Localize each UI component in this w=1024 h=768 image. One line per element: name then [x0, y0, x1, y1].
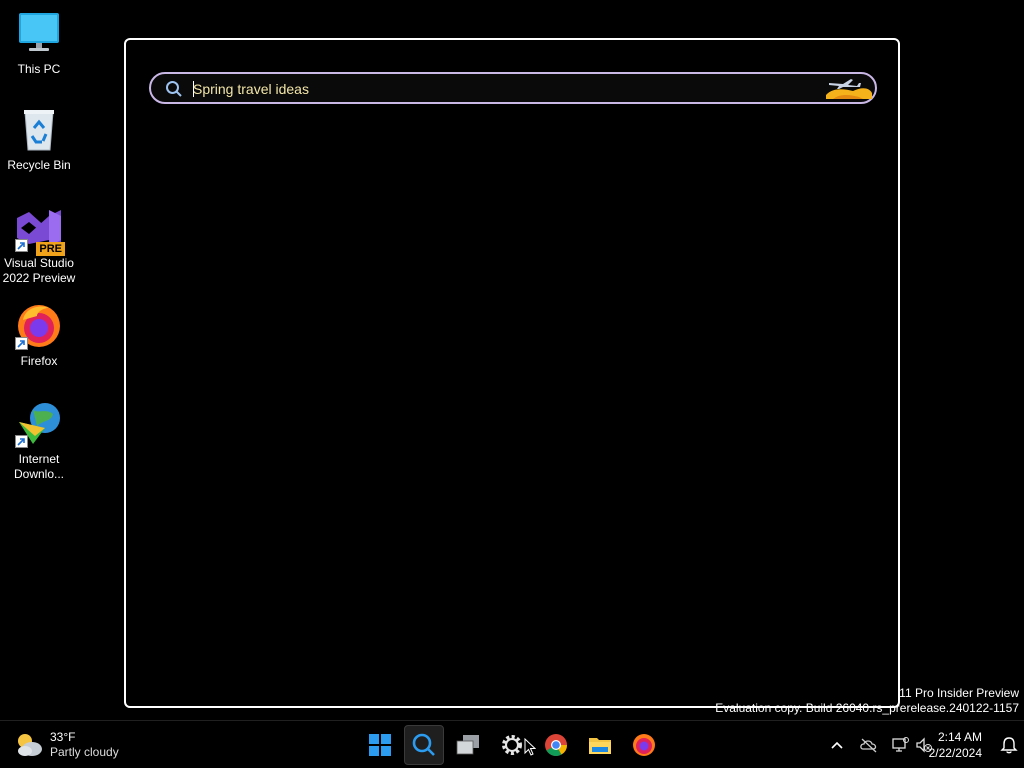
watermark-line-1: 11 Pro Insider Preview: [899, 686, 1019, 700]
visual-studio-icon: PRE: [15, 204, 65, 256]
desktop-icon-label: Internet Downlo...: [13, 452, 65, 481]
desktop-icon-label: Firefox: [20, 354, 58, 368]
os-watermark: 11 Pro Insider Preview Evaluation copy. …: [715, 686, 1019, 716]
search-icon: [166, 81, 182, 97]
internet-download-manager-icon: [15, 400, 63, 448]
network-icon[interactable]: [890, 735, 910, 755]
taskbar-clock[interactable]: 2:14 AM 2/22/2024: [929, 729, 982, 761]
weather-temp: 33°F: [50, 730, 76, 744]
taskbar-task-view-button[interactable]: [448, 725, 488, 765]
taskbar: 33°F Partly cloudy 2:14 AM 2/22/2024: [0, 720, 1024, 768]
weather-condition: Partly cloudy: [50, 745, 119, 759]
file-explorer-icon: [589, 738, 611, 754]
shortcut-arrow-icon: [15, 239, 28, 252]
desktop-icon-label: Visual Studio 2022 Preview: [2, 256, 76, 285]
weather-widget[interactable]: 33°F Partly cloudy: [14, 727, 119, 763]
partly-cloudy-icon: [18, 734, 42, 756]
recycle-bin-icon: [15, 106, 63, 154]
desktop-icon-firefox[interactable]: Firefox: [0, 302, 78, 369]
onedrive-icon[interactable]: [859, 735, 879, 755]
chrome-icon: [545, 734, 567, 756]
monitor-icon: [15, 10, 63, 58]
taskbar-start-button[interactable]: [360, 725, 400, 765]
search-icon: [412, 733, 435, 756]
search-window: [124, 38, 900, 708]
start-icon: [369, 734, 391, 756]
notification-bell-icon[interactable]: [999, 735, 1019, 755]
search-box[interactable]: [149, 72, 877, 104]
desktop-icon-internet-download-manager[interactable]: Internet Downlo...: [0, 400, 78, 482]
desktop-icon-label: Recycle Bin: [7, 158, 71, 172]
airplane-icon[interactable]: [823, 75, 873, 101]
preview-badge: PRE: [36, 242, 65, 256]
firefox-icon: [633, 734, 655, 756]
task-view-icon: [456, 735, 479, 755]
system-tray: 2:14 AM 2/22/2024: [794, 721, 1024, 768]
desktop-icon-recycle-bin[interactable]: Recycle Bin: [0, 106, 78, 173]
mouse-pointer-icon: [524, 738, 536, 756]
firefox-icon: [15, 302, 63, 350]
search-input[interactable]: [193, 78, 813, 100]
clock-time: 2:14 AM: [937, 730, 982, 744]
watermark-line-2: Evaluation copy. Build 26040.rs_prerelea…: [715, 701, 1019, 715]
taskbar-search-button[interactable]: [404, 725, 444, 765]
settings-icon: [502, 735, 522, 755]
desktop-icon-this-pc[interactable]: This PC: [0, 10, 78, 77]
desktop-icon-label: This PC: [17, 62, 61, 76]
taskbar-chrome-button[interactable]: [536, 725, 576, 765]
text-caret: [193, 81, 194, 97]
clock-date: 2/22/2024: [928, 746, 982, 760]
shortcut-arrow-icon: [15, 337, 28, 350]
shortcut-arrow-icon: [15, 435, 28, 448]
chevron-up-icon[interactable]: [827, 735, 847, 755]
taskbar-firefox-button[interactable]: [624, 725, 664, 765]
desktop-icon-visual-studio[interactable]: PRE Visual Studio 2022 Preview: [0, 204, 78, 286]
taskbar-file-explorer-button[interactable]: [580, 725, 620, 765]
